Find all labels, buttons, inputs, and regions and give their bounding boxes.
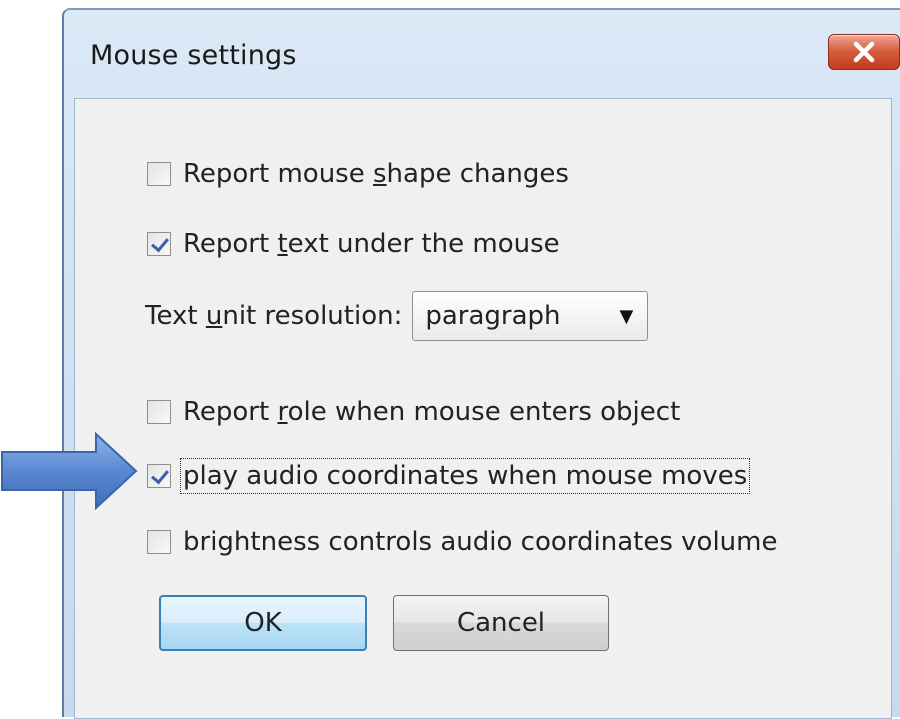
- shape-changes-label: Report mouse shape changes: [183, 159, 569, 189]
- close-button[interactable]: [828, 34, 900, 70]
- dialog-title: Mouse settings: [90, 40, 297, 71]
- right-arrow-icon: [1, 432, 138, 510]
- text-unit-label: Text unit resolution:: [145, 301, 403, 331]
- dialog-window: Mouse settings Report mouse shape change…: [62, 8, 900, 719]
- shape-changes-checkbox[interactable]: [147, 162, 171, 186]
- brightness-checkbox[interactable]: [147, 530, 171, 554]
- text-under-mouse-checkbox[interactable]: [147, 232, 171, 256]
- option-text-under-mouse[interactable]: Report text under the mouse: [147, 229, 560, 259]
- brightness-label: brightness controls audio coordinates vo…: [183, 527, 778, 557]
- close-icon: [853, 41, 875, 63]
- ok-button[interactable]: OK: [159, 595, 367, 651]
- text-unit-row: Text unit resolution: paragraph ▼: [145, 291, 649, 341]
- option-audio-coordinates[interactable]: play audio coordinates when mouse moves: [147, 458, 751, 494]
- role-enter-checkbox[interactable]: [147, 400, 171, 424]
- text-unit-value: paragraph: [425, 301, 561, 331]
- dialog-body: Report mouse shape changes Report text u…: [74, 98, 892, 719]
- option-role-enter[interactable]: Report role when mouse enters object: [147, 397, 680, 427]
- option-brightness[interactable]: brightness controls audio coordinates vo…: [147, 527, 777, 557]
- audio-coordinates-label: play audio coordinates when mouse moves: [179, 458, 751, 494]
- audio-coordinates-checkbox[interactable]: [147, 464, 171, 488]
- chevron-down-icon[interactable]: ▼: [620, 306, 634, 327]
- title-bar: Mouse settings: [64, 10, 900, 98]
- cancel-button[interactable]: Cancel: [393, 595, 609, 651]
- role-enter-label: Report role when mouse enters object: [183, 397, 681, 427]
- text-under-mouse-label: Report text under the mouse: [183, 229, 560, 259]
- option-shape-changes[interactable]: Report mouse shape changes: [147, 159, 569, 189]
- text-unit-select[interactable]: paragraph ▼: [412, 291, 649, 341]
